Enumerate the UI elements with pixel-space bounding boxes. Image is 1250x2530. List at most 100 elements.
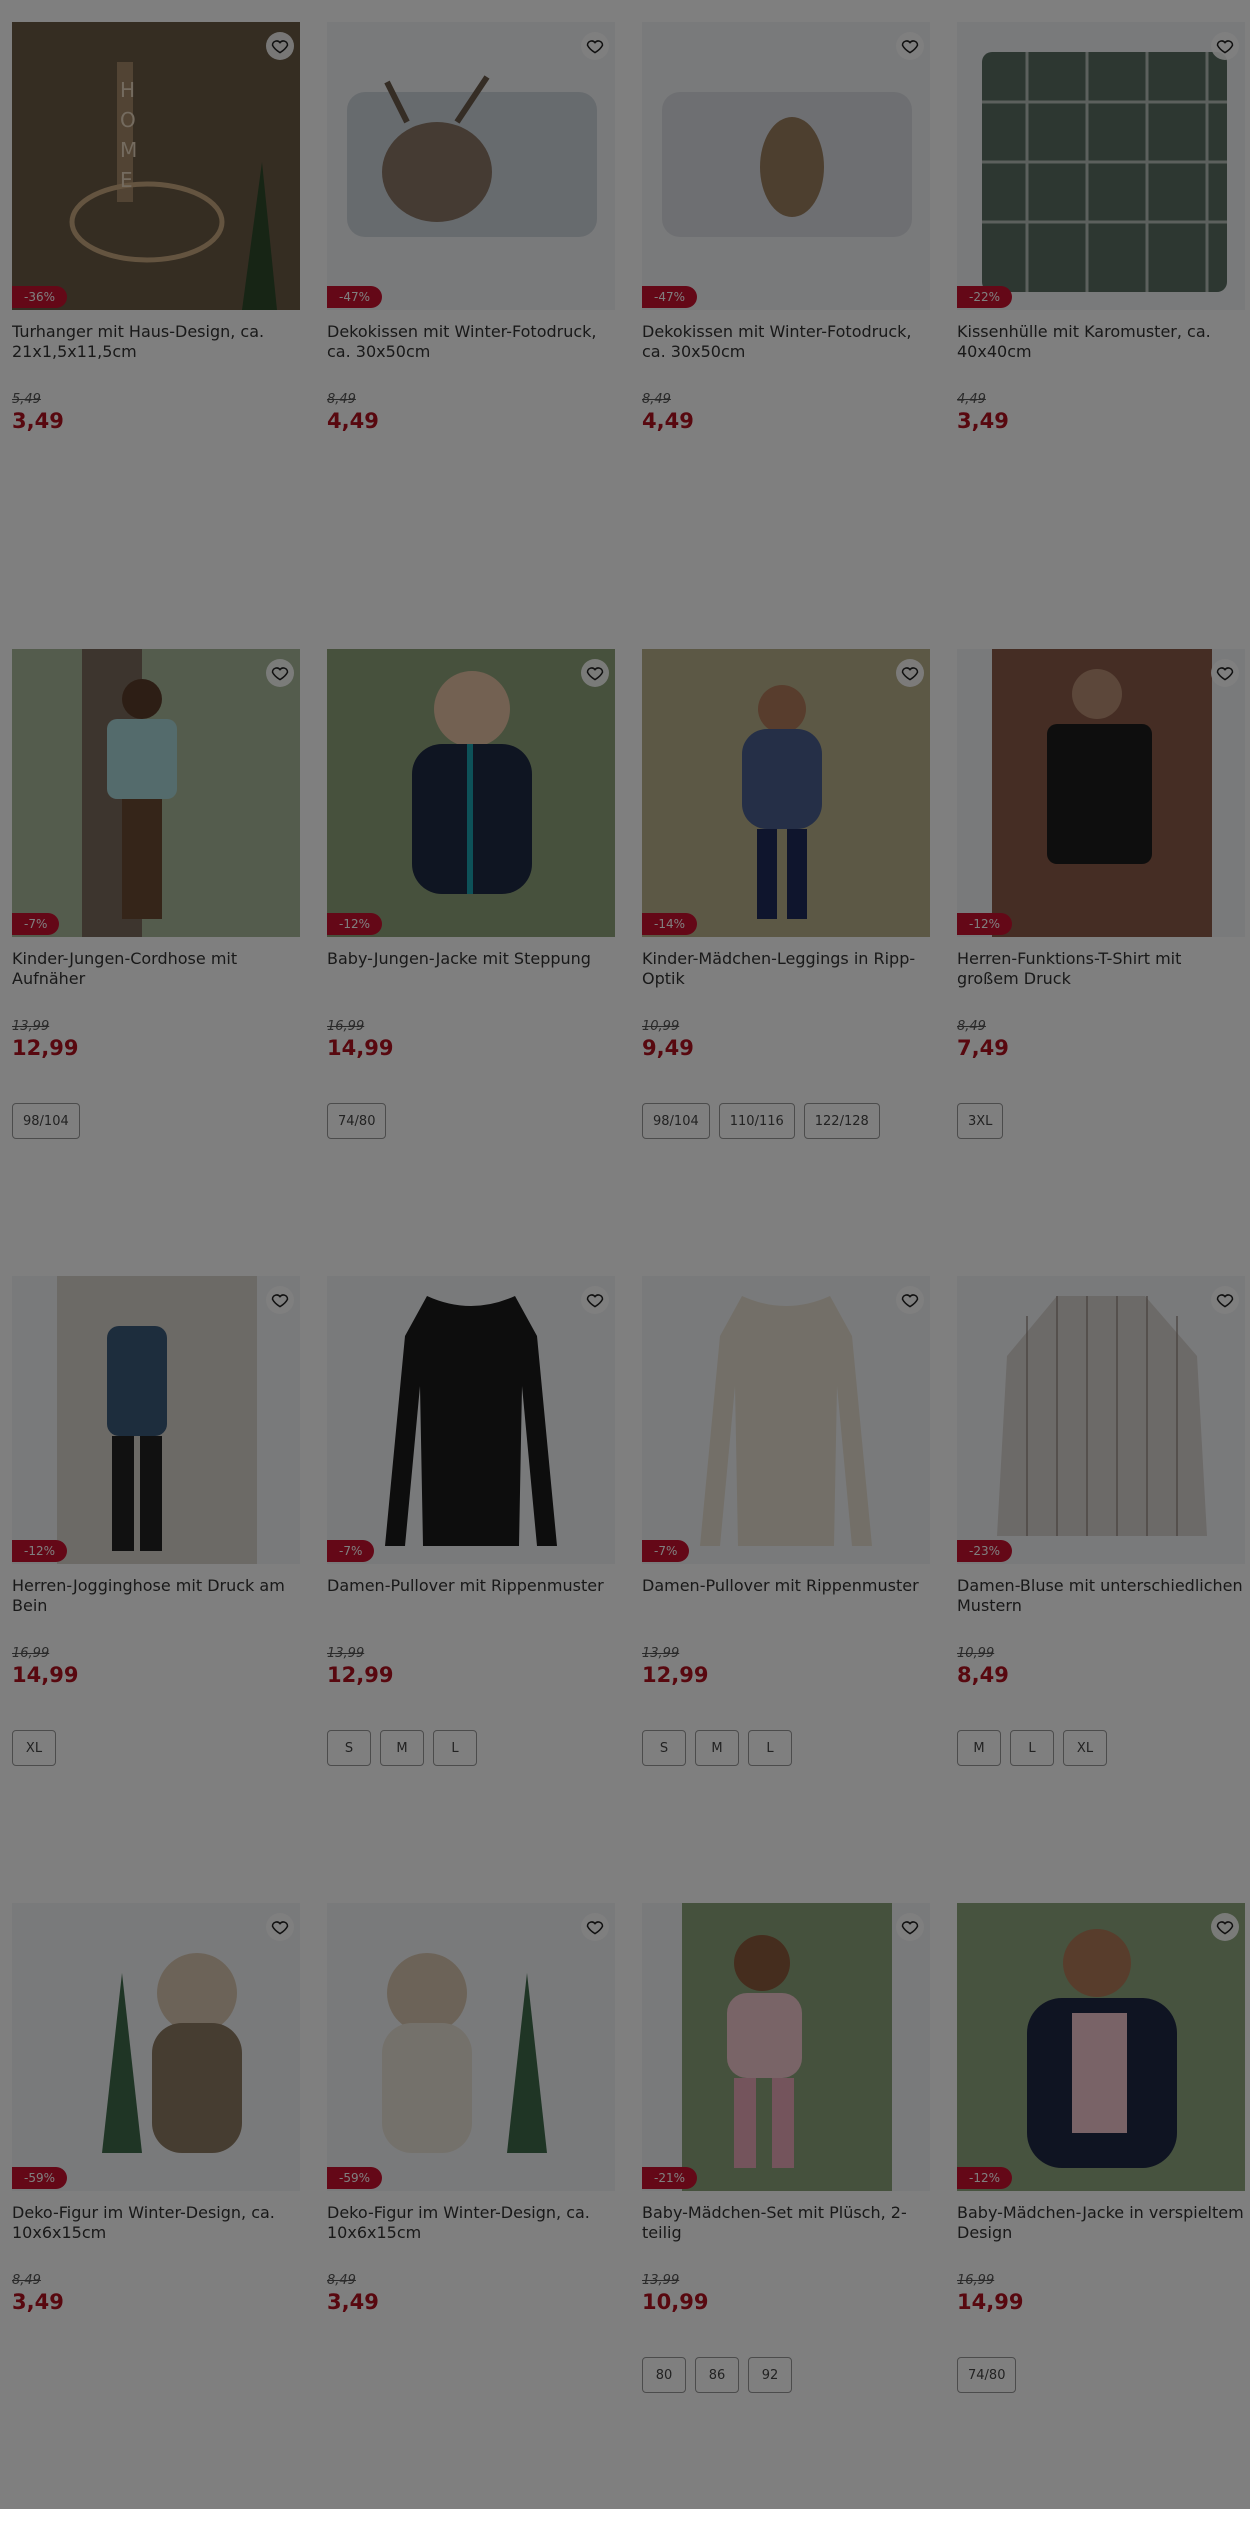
old-price: 8,49 [957,1019,986,1034]
product-image[interactable]: -59% [327,1903,615,2191]
wishlist-heart-icon[interactable] [266,1286,294,1314]
product-image[interactable]: -7% [327,1276,615,1564]
product-card[interactable]: -7% Kinder-Jungen-Cordhose mit Aufnäher … [12,649,300,1276]
product-title[interactable]: Damen-Pullover mit Rippenmuster [642,1576,930,1616]
size-option[interactable]: S [642,1730,686,1766]
product-card[interactable]: -21% Baby-Mädchen-Set mit Plüsch, 2-teil… [642,1903,930,2530]
size-option[interactable]: L [1010,1730,1054,1766]
product-image[interactable]: -12% [327,649,615,937]
product-card[interactable]: -7% Damen-Pullover mit Rippenmuster 13,9… [642,1276,930,1903]
product-image[interactable]: -7% [642,1276,930,1564]
product-card[interactable]: -12% Baby-Mädchen-Jacke in verspieltem D… [957,1903,1245,2530]
product-title[interactable]: Deko-Figur im Winter-Design, ca. 10x6x15… [12,2203,300,2243]
size-option[interactable]: 110/116 [718,1103,795,1139]
old-price: 16,99 [12,1646,50,1661]
size-option[interactable]: 98/104 [12,1103,80,1139]
old-price: 8,49 [12,2273,41,2288]
product-card[interactable]: -12% Baby-Jungen-Jacke mit Steppung 16,9… [327,649,615,1276]
product-title[interactable]: Turhanger mit Haus-Design, ca. 21x1,5x11… [12,322,300,362]
size-options: 98/104 [12,1103,300,1139]
product-image[interactable]: -59% [12,1903,300,2191]
product-image[interactable]: -23% [957,1276,1245,1564]
product-title[interactable]: Dekokissen mit Winter-Fotodruck, ca. 30x… [327,322,615,362]
product-title[interactable]: Damen-Bluse mit unterschiedlichen Muster… [957,1576,1245,1616]
product-image[interactable]: -12% [957,649,1245,937]
product-card[interactable]: -12% Herren-Jogginghose mit Druck am Bei… [12,1276,300,1903]
product-image[interactable]: -47% [642,22,930,310]
size-option[interactable]: 92 [748,2357,792,2393]
discount-badge: -7% [327,1540,375,1562]
size-option[interactable]: 74/80 [327,1103,387,1139]
size-option[interactable]: L [433,1730,477,1766]
size-option[interactable]: 86 [695,2357,739,2393]
wishlist-heart-icon[interactable] [896,1913,924,1941]
product-card[interactable]: HOME -36% Turhanger mit Haus-Design, ca.… [12,22,300,649]
product-title[interactable]: Herren-Jogginghose mit Druck am Bein [12,1576,300,1616]
product-photo [642,1903,930,2191]
product-image[interactable]: -47% [327,22,615,310]
size-option[interactable]: M [695,1730,739,1766]
product-card[interactable]: -7% Damen-Pullover mit Rippenmuster 13,9… [327,1276,615,1903]
product-card[interactable]: -59% Deko-Figur im Winter-Design, ca. 10… [327,1903,615,2530]
wishlist-heart-icon[interactable] [1211,32,1239,60]
size-option[interactable]: M [380,1730,424,1766]
product-image[interactable]: -21% [642,1903,930,2191]
current-price: 7,49 [957,1036,1009,1060]
product-image[interactable]: -22% [957,22,1245,310]
product-card[interactable]: -14% Kinder-Mädchen-Leggings in Ripp-Opt… [642,649,930,1276]
size-options: 98/104 110/116 122/128 [642,1103,930,1139]
product-title[interactable]: Baby-Jungen-Jacke mit Steppung [327,949,615,989]
product-photo [12,1903,300,2191]
product-title[interactable]: Damen-Pullover mit Rippenmuster [327,1576,615,1616]
product-title[interactable]: Deko-Figur im Winter-Design, ca. 10x6x15… [327,2203,615,2243]
product-card[interactable]: -22% Kissenhülle mit Karomuster, ca. 40x… [957,22,1245,649]
product-title[interactable]: Kinder-Mädchen-Leggings in Ripp-Optik [642,949,930,989]
product-card[interactable]: -23% Damen-Bluse mit unterschiedlichen M… [957,1276,1245,1903]
discount-badge: -23% [957,1540,1013,1562]
wishlist-heart-icon[interactable] [581,1286,609,1314]
wishlist-heart-icon[interactable] [266,1913,294,1941]
product-card[interactable]: -12% Herren-Funktions-T-Shirt mit großem… [957,649,1245,1276]
size-option[interactable]: XL [12,1730,56,1766]
wishlist-heart-icon[interactable] [1211,1286,1239,1314]
current-price: 9,49 [642,1036,694,1060]
product-image[interactable]: -12% [957,1903,1245,2191]
product-title[interactable]: Baby-Mädchen-Jacke in verspieltem Design [957,2203,1245,2243]
product-image[interactable]: -14% [642,649,930,937]
wishlist-heart-icon[interactable] [266,32,294,60]
size-option[interactable]: S [327,1730,371,1766]
product-title[interactable]: Kinder-Jungen-Cordhose mit Aufnäher [12,949,300,989]
size-option[interactable]: 3XL [957,1103,1004,1139]
wishlist-heart-icon[interactable] [581,32,609,60]
wishlist-heart-icon[interactable] [266,659,294,687]
wishlist-heart-icon[interactable] [896,659,924,687]
svg-text:E: E [120,168,133,192]
product-title[interactable]: Kissenhülle mit Karomuster, ca. 40x40cm [957,322,1245,362]
size-option[interactable]: XL [1063,1730,1107,1766]
size-option[interactable]: 122/128 [803,1103,880,1139]
product-title[interactable]: Herren-Funktions-T-Shirt mit großem Druc… [957,949,1245,989]
product-title[interactable]: Baby-Mädchen-Set mit Plüsch, 2-teilig [642,2203,930,2243]
size-option[interactable]: M [957,1730,1001,1766]
product-card[interactable]: -59% Deko-Figur im Winter-Design, ca. 10… [12,1903,300,2530]
size-option[interactable]: 74/80 [957,2357,1017,2393]
size-option[interactable]: 98/104 [642,1103,710,1139]
product-title[interactable]: Dekokissen mit Winter-Fotodruck, ca. 30x… [642,322,930,362]
discount-badge: -14% [642,913,698,935]
current-price: 14,99 [12,1663,79,1687]
wishlist-heart-icon[interactable] [581,1913,609,1941]
size-option[interactable]: L [748,1730,792,1766]
size-option[interactable]: 80 [642,2357,686,2393]
wishlist-heart-icon[interactable] [581,659,609,687]
product-photo [327,1276,615,1564]
wishlist-heart-icon[interactable] [896,32,924,60]
product-card[interactable]: -47% Dekokissen mit Winter-Fotodruck, ca… [327,22,615,649]
old-price: 10,99 [957,1646,995,1661]
wishlist-heart-icon[interactable] [1211,659,1239,687]
product-image[interactable]: HOME -36% [12,22,300,310]
product-image[interactable]: -12% [12,1276,300,1564]
product-card[interactable]: -47% Dekokissen mit Winter-Fotodruck, ca… [642,22,930,649]
wishlist-heart-icon[interactable] [896,1286,924,1314]
product-image[interactable]: -7% [12,649,300,937]
wishlist-heart-icon[interactable] [1211,1913,1239,1941]
